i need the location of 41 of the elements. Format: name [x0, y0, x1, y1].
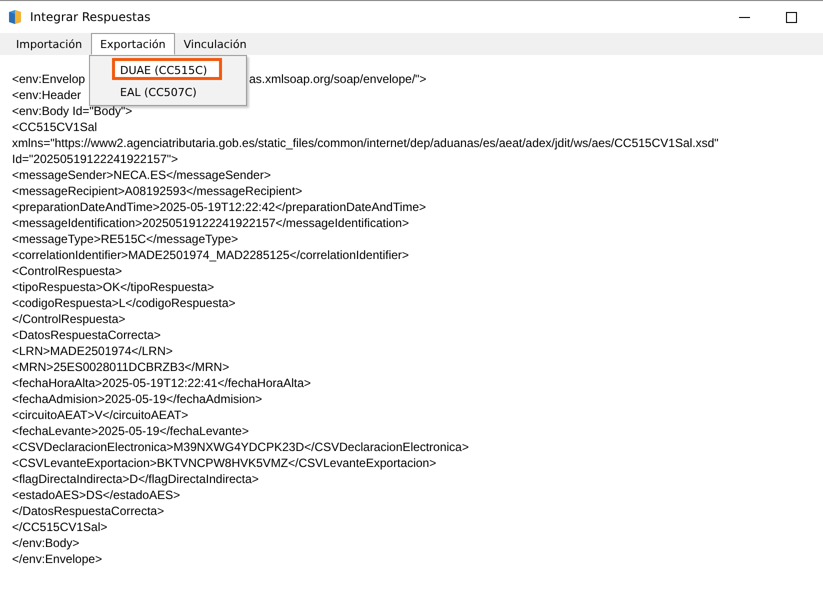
xml-line: <fechaAdmision>2025-05-19</fechaAdmision>: [12, 391, 262, 407]
xml-line: <preparationDateAndTime>2025-05-19T12:22:42</preparationDateAndTime>: [12, 199, 426, 215]
xml-line: <flagDirectaIndirecta>D</flagDirectaIndirecta>: [12, 471, 259, 487]
xml-line: </DatosRespuestaCorrecta>: [12, 503, 164, 519]
menu-item[interactable]: Exportación: [91, 33, 175, 55]
xml-line: xmlns="https://www2.agenciatributaria.gob.es/static_files/common/internet/dep/aduanas/es/aeat/adex/jdit/ws/aes/CC515CV1Sal.xsd": [12, 135, 719, 151]
window-title: Integrar Respuestas: [30, 10, 150, 24]
xml-line: </ControlRespuesta>: [12, 311, 126, 327]
xml-line: Id="20250519122241922157">: [12, 151, 178, 167]
xml-line: <messageRecipient>A08192593</messageRecipient>: [12, 183, 302, 199]
xml-line: <MRN>25ES0028011DCBRZB3</MRN>: [12, 359, 230, 375]
menu-item[interactable]: Vinculación: [174, 33, 256, 55]
xml-line: <CC515CV1Sal: [12, 119, 98, 135]
menu-option[interactable]: DUAE (CC515C): [112, 58, 222, 80]
menu-option[interactable]: EAL (CC507C): [112, 80, 222, 102]
xml-line: </env:Body>: [12, 535, 80, 551]
xml-line: </CC515CV1Sal>: [12, 519, 108, 535]
xml-line: <circuitoAEAT>V</circuitoAEAT>: [12, 407, 188, 423]
xml-line: </env:Envelope>: [12, 551, 102, 567]
xml-line: <CSVDeclaracionElectronica>M39NXWG4YDCPK23D</CSVDeclaracionElectronica>: [12, 439, 469, 455]
xml-line: <DatosRespuestaCorrecta>: [12, 327, 161, 343]
xml-line: as.xmlsoap.org/soap/envelope/">: [249, 71, 426, 87]
menu-item[interactable]: Importación: [7, 33, 92, 55]
xml-line: <tipoRespuesta>OK</tipoRespuesta>: [12, 279, 214, 295]
xml-line: <ControlRespuesta>: [12, 263, 122, 279]
app-icon: [8, 9, 22, 25]
xml-line: <messageIdentification>20250519122241922157</messageIdentification>: [12, 215, 409, 231]
maximize-icon[interactable]: [786, 12, 797, 22]
xml-line: <LRN>MADE2501974</LRN>: [12, 343, 173, 359]
minimize-icon[interactable]: [739, 16, 750, 18]
xml-line: <messageType>RE515C</messageType>: [12, 231, 238, 247]
xml-line: <estadoAES>DS</estadoAES>: [12, 487, 180, 503]
xml-line: <env:Envelop: [12, 71, 86, 87]
xml-line: <fechaLevante>2025-05-19</fechaLevante>: [12, 423, 249, 439]
xml-line: <correlationIdentifier>MADE2501974_MAD2285125</correlationIdentifier>: [12, 247, 409, 263]
xml-line: <CSVLevanteExportacion>BKTVNCPW8HVK5VMZ</CSVLevanteExportacion>: [12, 455, 436, 471]
xml-line: <env:Body Id="Body">: [12, 103, 132, 119]
xml-line: <env:Header: [12, 87, 82, 103]
xml-line: <messageSender>NECA.ES</messageSender>: [12, 167, 271, 183]
xml-line: <fechaHoraAlta>2025-05-19T12:22:41</fechaHoraAlta>: [12, 375, 311, 391]
xml-line: <codigoRespuesta>L</codigoRespuesta>: [12, 295, 236, 311]
